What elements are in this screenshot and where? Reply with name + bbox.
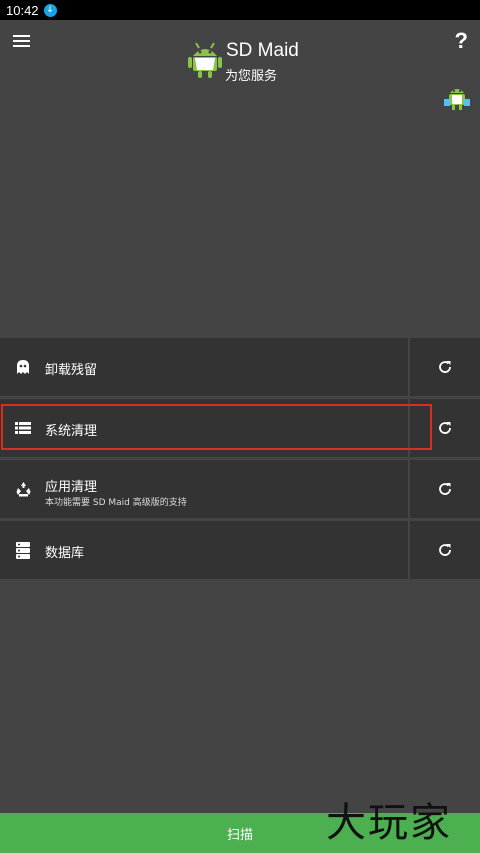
status-bar: 10:42 ↓: [0, 0, 480, 20]
refresh-button[interactable]: [410, 460, 480, 518]
tool-row-corpse-finder[interactable]: 卸载残留: [0, 338, 480, 396]
refresh-icon: [439, 361, 451, 373]
list-icon: [14, 419, 32, 437]
app-tagline: 为您服务: [225, 69, 278, 84]
sd-maid-logo: [188, 42, 222, 78]
tool-subtitle: 本功能需要 SD Maid 高级版的支持: [45, 498, 187, 508]
refresh-button[interactable]: [410, 521, 480, 579]
ghost-icon: [14, 358, 32, 376]
watermark: 大玩家: [326, 800, 452, 846]
tool-row-app-cleaner[interactable]: 应用清理 本功能需要 SD Maid 高级版的支持: [0, 460, 480, 518]
refresh-icon: [439, 544, 451, 556]
app-header: ? SD Maid 为您服务: [0, 20, 480, 338]
tool-row-main[interactable]: 应用清理 本功能需要 SD Maid 高级版的支持: [0, 460, 408, 518]
tool-label: 数据库: [45, 546, 85, 561]
refresh-icon: [439, 483, 451, 495]
refresh-button[interactable]: [410, 338, 480, 396]
recycle-icon: [14, 480, 32, 498]
tool-row-main[interactable]: 卸载残留: [0, 338, 408, 396]
tool-label: 应用清理: [45, 480, 98, 495]
app-title: SD Maid: [226, 40, 299, 61]
status-time: 10:42: [6, 2, 39, 18]
refresh-icon: [439, 422, 451, 434]
help-icon[interactable]: ?: [455, 28, 468, 54]
mascot-icon[interactable]: [442, 83, 472, 113]
tool-label: 系统清理: [45, 424, 98, 439]
tool-row-databases[interactable]: 数据库: [0, 521, 480, 579]
tool-row-main[interactable]: 系统清理: [0, 399, 408, 457]
download-notification-icon: ↓: [43, 3, 57, 17]
database-icon: [14, 541, 32, 559]
refresh-button[interactable]: [410, 399, 480, 457]
tool-row-system-cleaner[interactable]: 系统清理: [0, 399, 480, 457]
tool-label: 卸载残留: [45, 363, 98, 378]
tool-row-main[interactable]: 数据库: [0, 521, 408, 579]
menu-icon[interactable]: [10, 32, 34, 52]
